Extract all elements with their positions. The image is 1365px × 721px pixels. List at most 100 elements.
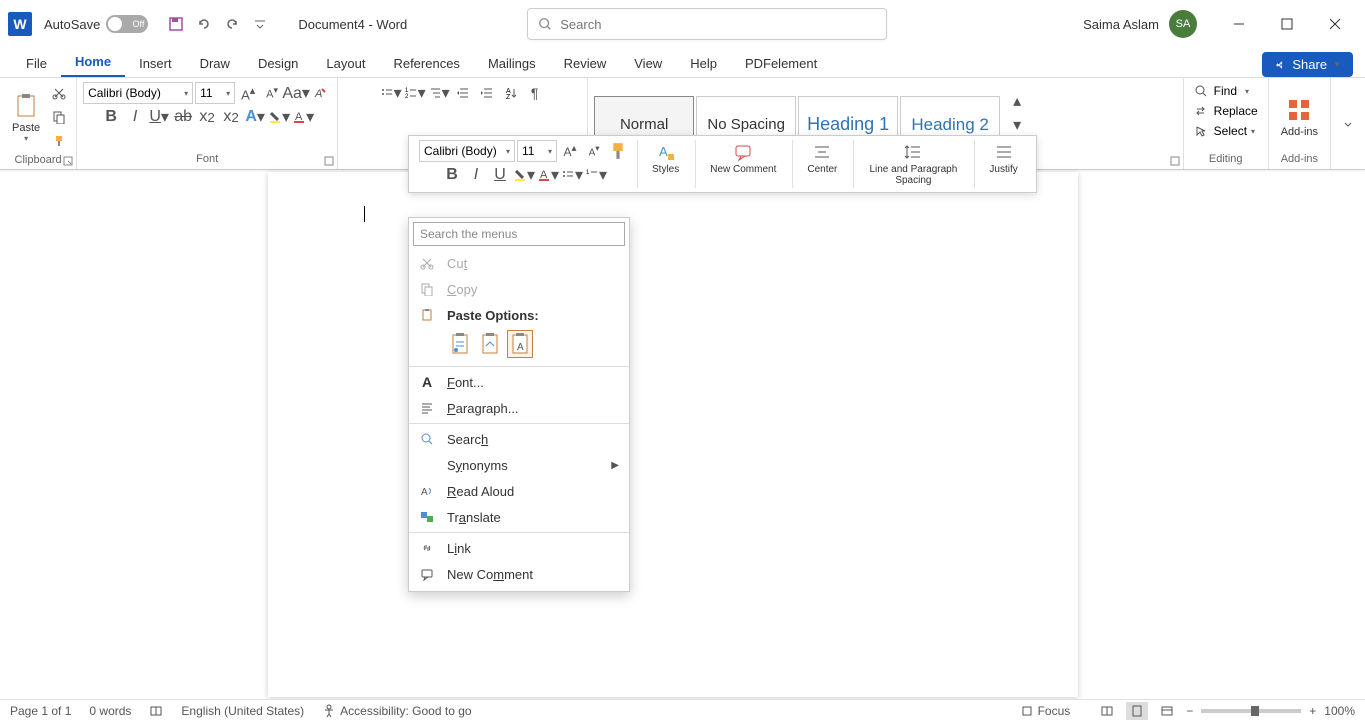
view-read-mode[interactable] xyxy=(1096,702,1118,720)
ribbon-collapse-button[interactable] xyxy=(1337,113,1359,135)
tab-home[interactable]: Home xyxy=(61,48,125,77)
sort-button[interactable]: AZ xyxy=(500,82,522,104)
tab-draw[interactable]: Draw xyxy=(186,50,244,77)
mini-bold[interactable]: B xyxy=(441,164,463,186)
decrease-indent-button[interactable] xyxy=(452,82,474,104)
change-case-button[interactable]: Aa▾ xyxy=(285,82,307,104)
context-read-aloud[interactable]: A Read Aloud xyxy=(409,478,629,504)
status-page[interactable]: Page 1 of 1 xyxy=(10,704,71,718)
mini-italic[interactable]: I xyxy=(465,164,487,186)
context-synonyms[interactable]: Synonyms ▶ xyxy=(409,452,629,478)
save-button[interactable] xyxy=(162,10,190,38)
copy-button[interactable] xyxy=(48,106,70,128)
zoom-out[interactable]: − xyxy=(1186,704,1193,718)
status-language[interactable]: English (United States) xyxy=(181,704,304,718)
underline-button[interactable]: U▾ xyxy=(148,106,170,128)
bold-button[interactable]: B xyxy=(100,106,122,128)
mini-center[interactable]: Center xyxy=(799,140,845,177)
search-box[interactable] xyxy=(527,8,887,40)
context-new-comment[interactable]: New Comment xyxy=(409,561,629,587)
paste-button[interactable]: Paste ▾ xyxy=(6,83,46,151)
zoom-in[interactable]: + xyxy=(1309,704,1316,718)
minimize-button[interactable] xyxy=(1217,8,1261,40)
mini-font-size[interactable]: 11▾ xyxy=(517,140,557,162)
font-name-combo[interactable]: Calibri (Body)▾ xyxy=(83,82,193,104)
maximize-button[interactable] xyxy=(1265,8,1309,40)
grow-font-button[interactable]: A▴ xyxy=(237,82,259,104)
replace-button[interactable]: Replace xyxy=(1190,102,1262,120)
find-button[interactable]: Find ▾ xyxy=(1190,82,1253,100)
context-font[interactable]: A Font... xyxy=(409,369,629,395)
paste-merge[interactable] xyxy=(477,330,503,358)
tab-design[interactable]: Design xyxy=(244,50,312,77)
text-effects-button[interactable]: A▾ xyxy=(244,106,266,128)
user-avatar[interactable]: SA xyxy=(1169,10,1197,38)
tab-review[interactable]: Review xyxy=(550,50,621,77)
superscript-button[interactable]: x2 xyxy=(220,106,242,128)
clear-formatting-button[interactable]: A xyxy=(309,82,331,104)
undo-button[interactable] xyxy=(190,10,218,38)
bullets-button[interactable]: ▾ xyxy=(380,82,402,104)
context-link[interactable]: Link xyxy=(409,535,629,561)
context-search[interactable]: Search xyxy=(409,426,629,452)
status-spellcheck[interactable] xyxy=(149,704,163,718)
mini-underline[interactable]: U xyxy=(489,164,511,186)
cut-button[interactable] xyxy=(48,82,70,104)
zoom-level[interactable]: 100% xyxy=(1324,704,1355,718)
tab-pdfelement[interactable]: PDFelement xyxy=(731,50,831,77)
document-page[interactable] xyxy=(268,172,1078,697)
styles-dialog-launcher[interactable] xyxy=(1169,155,1181,167)
tab-view[interactable]: View xyxy=(620,50,676,77)
tab-references[interactable]: References xyxy=(379,50,473,77)
mini-bullets[interactable]: ▾ xyxy=(561,164,583,186)
mini-numbering[interactable]: 1▾ xyxy=(585,164,607,186)
addins-button[interactable]: Add-ins xyxy=(1275,83,1324,151)
paste-text-only[interactable]: A xyxy=(507,330,533,358)
show-marks-button[interactable]: ¶ xyxy=(524,82,546,104)
redo-button[interactable] xyxy=(218,10,246,38)
mini-shrink-font[interactable]: A▾ xyxy=(583,140,605,162)
status-focus[interactable]: Focus xyxy=(1020,704,1071,718)
tab-layout[interactable]: Layout xyxy=(312,50,379,77)
view-web-layout[interactable] xyxy=(1156,702,1178,720)
context-search-input[interactable]: Search the menus xyxy=(413,222,625,246)
status-accessibility[interactable]: Accessibility: Good to go xyxy=(322,704,471,718)
format-painter-button[interactable] xyxy=(48,130,70,152)
tab-insert[interactable]: Insert xyxy=(125,50,186,77)
clipboard-dialog-launcher[interactable] xyxy=(62,155,74,167)
italic-button[interactable]: I xyxy=(124,106,146,128)
tab-file[interactable]: File xyxy=(12,50,61,77)
styles-down-button[interactable]: ▾ xyxy=(1006,114,1028,136)
select-button[interactable]: Select ▾ xyxy=(1190,122,1259,140)
qat-customize-button[interactable] xyxy=(246,10,274,38)
mini-font-name[interactable]: Calibri (Body)▾ xyxy=(419,140,515,162)
autosave-toggle[interactable]: Off xyxy=(106,15,148,33)
mini-new-comment[interactable]: New Comment xyxy=(702,140,784,177)
numbering-button[interactable]: 12▾ xyxy=(404,82,426,104)
mini-highlight[interactable]: ▾ xyxy=(513,164,535,186)
zoom-slider[interactable] xyxy=(1201,709,1301,713)
mini-styles[interactable]: A Styles xyxy=(644,140,687,177)
tab-mailings[interactable]: Mailings xyxy=(474,50,550,77)
mini-grow-font[interactable]: A▴ xyxy=(559,140,581,162)
highlight-button[interactable]: ▾ xyxy=(268,106,290,128)
mini-format-painter[interactable] xyxy=(607,140,629,162)
increase-indent-button[interactable] xyxy=(476,82,498,104)
subscript-button[interactable]: x2 xyxy=(196,106,218,128)
styles-up-button[interactable]: ▴ xyxy=(1006,90,1028,112)
paste-keep-source[interactable] xyxy=(447,330,473,358)
status-words[interactable]: 0 words xyxy=(89,704,131,718)
close-button[interactable] xyxy=(1313,8,1357,40)
context-translate[interactable]: Translate xyxy=(409,504,629,530)
font-color-button[interactable]: A▾ xyxy=(292,106,314,128)
tab-help[interactable]: Help xyxy=(676,50,731,77)
mini-justify[interactable]: Justify xyxy=(981,140,1025,177)
multilevel-list-button[interactable]: ▾ xyxy=(428,82,450,104)
mini-line-spacing[interactable]: Line and Paragraph Spacing xyxy=(860,140,966,188)
share-button[interactable]: Share ▼ xyxy=(1262,52,1353,77)
context-paragraph[interactable]: Paragraph... xyxy=(409,395,629,421)
strikethrough-button[interactable]: ab xyxy=(172,106,194,128)
search-input[interactable] xyxy=(560,17,876,32)
shrink-font-button[interactable]: A▾ xyxy=(261,82,283,104)
view-print-layout[interactable] xyxy=(1126,702,1148,720)
